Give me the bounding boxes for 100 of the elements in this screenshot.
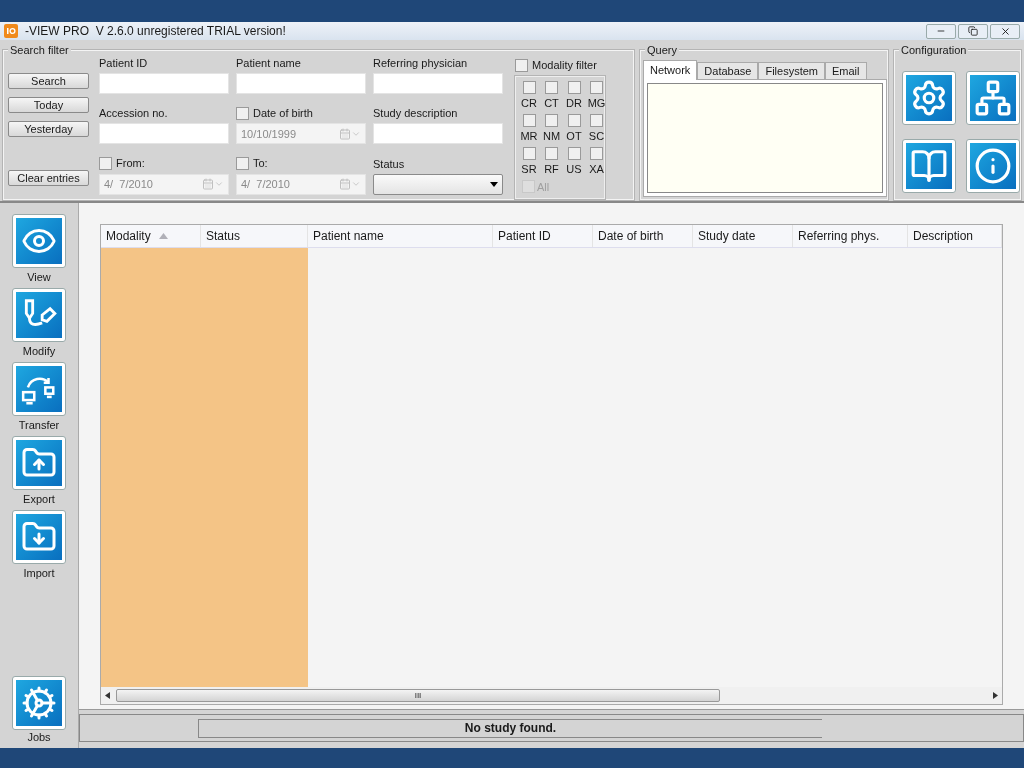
checkbox[interactable] xyxy=(545,113,558,127)
checkbox[interactable] xyxy=(236,157,249,171)
checkbox-label: XA xyxy=(589,161,604,177)
checkbox[interactable] xyxy=(522,80,536,94)
scroll-thumb[interactable]: III xyxy=(116,689,720,702)
query-tab[interactable]: Email xyxy=(825,62,867,79)
book-icon xyxy=(910,147,948,185)
date-value: 4/ 7/2010 xyxy=(241,176,291,192)
filter-button[interactable]: Search xyxy=(8,73,89,89)
gear-icon xyxy=(910,79,948,117)
checkbox-label: SC xyxy=(588,128,605,144)
calendar-icon[interactable] xyxy=(202,178,214,191)
text-field[interactable] xyxy=(236,73,366,94)
checkbox-label: RF xyxy=(544,161,559,177)
checkbox-label: NM xyxy=(542,128,561,144)
field-label: Accession no. xyxy=(99,106,169,122)
filter-button[interactable]: Today xyxy=(8,97,89,113)
hierarchy-icon xyxy=(974,79,1012,117)
checkbox[interactable] xyxy=(590,80,603,94)
field-label: Patient name xyxy=(236,56,302,71)
group-title: Search filter xyxy=(8,43,71,57)
checkbox-label: MG xyxy=(587,95,606,111)
checkbox[interactable] xyxy=(590,146,603,160)
checkbox-label: CT xyxy=(544,95,559,111)
close-icon xyxy=(999,25,1011,37)
checkbox[interactable] xyxy=(522,113,536,127)
settings-button[interactable] xyxy=(902,71,956,125)
jobs-button[interactable] xyxy=(12,676,66,730)
sidebar-label: Export xyxy=(23,492,55,507)
checkbox-label: CR xyxy=(521,95,537,111)
checkbox[interactable] xyxy=(545,146,558,160)
column-header[interactable]: Date of birth xyxy=(593,225,693,247)
query-tab[interactable]: Filesystem xyxy=(758,62,825,79)
checkbox[interactable] xyxy=(522,146,536,160)
checkbox-label: Modality filter xyxy=(532,58,597,73)
app-logo-icon xyxy=(4,24,18,38)
close-button[interactable] xyxy=(990,23,1020,39)
checkbox[interactable] xyxy=(590,113,603,127)
column-header[interactable]: Referring phys. xyxy=(793,225,908,247)
restore-icon xyxy=(968,26,978,36)
checkbox[interactable] xyxy=(515,58,528,72)
network-button[interactable] xyxy=(966,71,1020,125)
sidebar-label: View xyxy=(27,270,51,285)
filter-button[interactable]: Yesterday xyxy=(8,121,89,137)
query-tab[interactable]: Database xyxy=(697,62,759,79)
sidebar-label: Modify xyxy=(22,344,56,359)
column-header[interactable]: Description xyxy=(908,225,1002,247)
field-label: Date of birth xyxy=(253,106,313,122)
field-label: From: xyxy=(116,156,145,172)
checkbox[interactable] xyxy=(236,106,249,120)
text-field[interactable] xyxy=(99,73,229,94)
sidebar-label: Import xyxy=(23,566,55,581)
column-header[interactable]: Modality xyxy=(101,225,201,247)
date-value: 4/ 7/2010 xyxy=(104,176,154,192)
field-label: Patient ID xyxy=(99,56,149,71)
checkbox-label: SR xyxy=(521,161,537,177)
column-header[interactable]: Study date xyxy=(693,225,793,247)
transfer-button[interactable] xyxy=(12,362,66,416)
scroll-right-icon[interactable] xyxy=(993,692,998,699)
checkbox-label: MR xyxy=(520,128,538,144)
restore-button[interactable] xyxy=(958,23,988,39)
group-title: Query xyxy=(645,43,679,57)
scroll-left-icon[interactable] xyxy=(105,692,110,699)
checkbox[interactable] xyxy=(567,146,581,160)
minimize-button[interactable] xyxy=(926,23,956,39)
modify-button[interactable] xyxy=(12,288,66,342)
info-icon xyxy=(974,147,1012,185)
calendar-icon[interactable] xyxy=(339,178,351,191)
sort-arrow-icon xyxy=(158,233,168,239)
field-label: Study description xyxy=(373,106,459,122)
status-message: No study found. xyxy=(198,718,822,738)
field-label: To: xyxy=(253,156,268,172)
export-button[interactable] xyxy=(12,436,66,490)
manual-button[interactable] xyxy=(902,139,956,193)
horizontal-scrollbar[interactable]: III xyxy=(101,687,1002,704)
window-title: -VIEW PRO V 2.6.0 unregistered TRIAL version! xyxy=(25,23,286,40)
checkbox-label: OT xyxy=(566,128,582,144)
checkbox[interactable] xyxy=(99,157,112,171)
info-button[interactable] xyxy=(966,139,1020,193)
text-field[interactable] xyxy=(99,123,229,145)
checkbox[interactable] xyxy=(545,80,558,94)
field-label: Status xyxy=(373,156,406,172)
field-label: Referring physician xyxy=(373,56,469,71)
view-button[interactable] xyxy=(12,214,66,268)
checkbox-label: US xyxy=(566,161,582,177)
filter-button[interactable]: Clear entries xyxy=(8,170,89,186)
query-tab[interactable]: Network xyxy=(643,60,698,80)
checkbox[interactable] xyxy=(567,80,581,94)
text-field[interactable] xyxy=(373,73,503,94)
text-field[interactable] xyxy=(373,123,503,145)
column-header[interactable]: Status xyxy=(201,225,308,247)
checkbox[interactable] xyxy=(567,113,581,127)
column-header[interactable]: Patient ID xyxy=(493,225,593,247)
import-button[interactable] xyxy=(12,510,66,564)
calendar-icon[interactable] xyxy=(339,127,351,140)
status-dropdown[interactable] xyxy=(373,173,503,195)
column-header[interactable]: Patient name xyxy=(308,225,493,247)
caret-icon xyxy=(490,181,498,187)
group-title: Configuration xyxy=(899,43,969,57)
sidebar-label: Transfer xyxy=(18,418,60,433)
